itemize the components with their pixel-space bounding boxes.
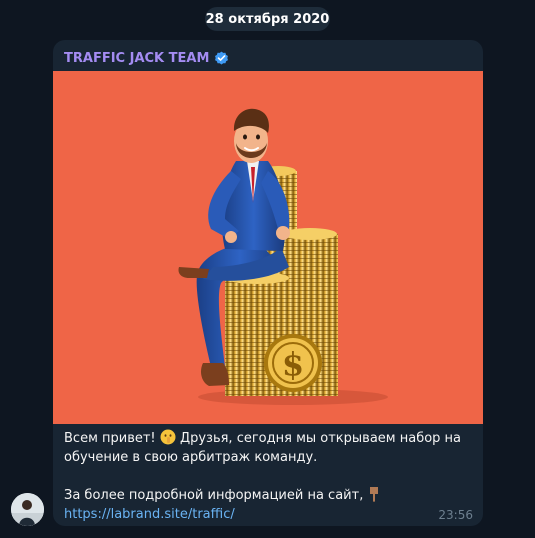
info-text: За более подробной информацией на сайт,: [64, 488, 364, 503]
channel-avatar[interactable]: [11, 493, 44, 526]
channel-header[interactable]: TRAFFIC JACK TEAM: [64, 49, 229, 67]
channel-name[interactable]: TRAFFIC JACK TEAM: [64, 51, 209, 66]
message-time: 23:56: [438, 508, 473, 522]
verified-badge-icon: [215, 51, 229, 64]
businessman-coins-illustration: $: [178, 108, 388, 405]
shushing-face-icon: [160, 429, 176, 445]
greeting-text: Всем привет!: [64, 431, 156, 446]
message-bubble[interactable]: TRAFFIC JACK TEAM $ Всем привет! Друзья,…: [53, 40, 483, 526]
message-text: Всем привет! Друзья, сегодня мы открывае…: [64, 429, 474, 524]
post-image[interactable]: $: [53, 71, 483, 424]
date-separator: 28 октября 2020: [205, 7, 330, 31]
svg-text:$: $: [282, 345, 304, 383]
avatar-image: [11, 493, 44, 526]
date-label: 28 октября 2020: [205, 11, 330, 27]
site-link[interactable]: https://labrand.site/traffic/: [64, 507, 235, 522]
pointing-down-hand-icon: [370, 487, 379, 502]
